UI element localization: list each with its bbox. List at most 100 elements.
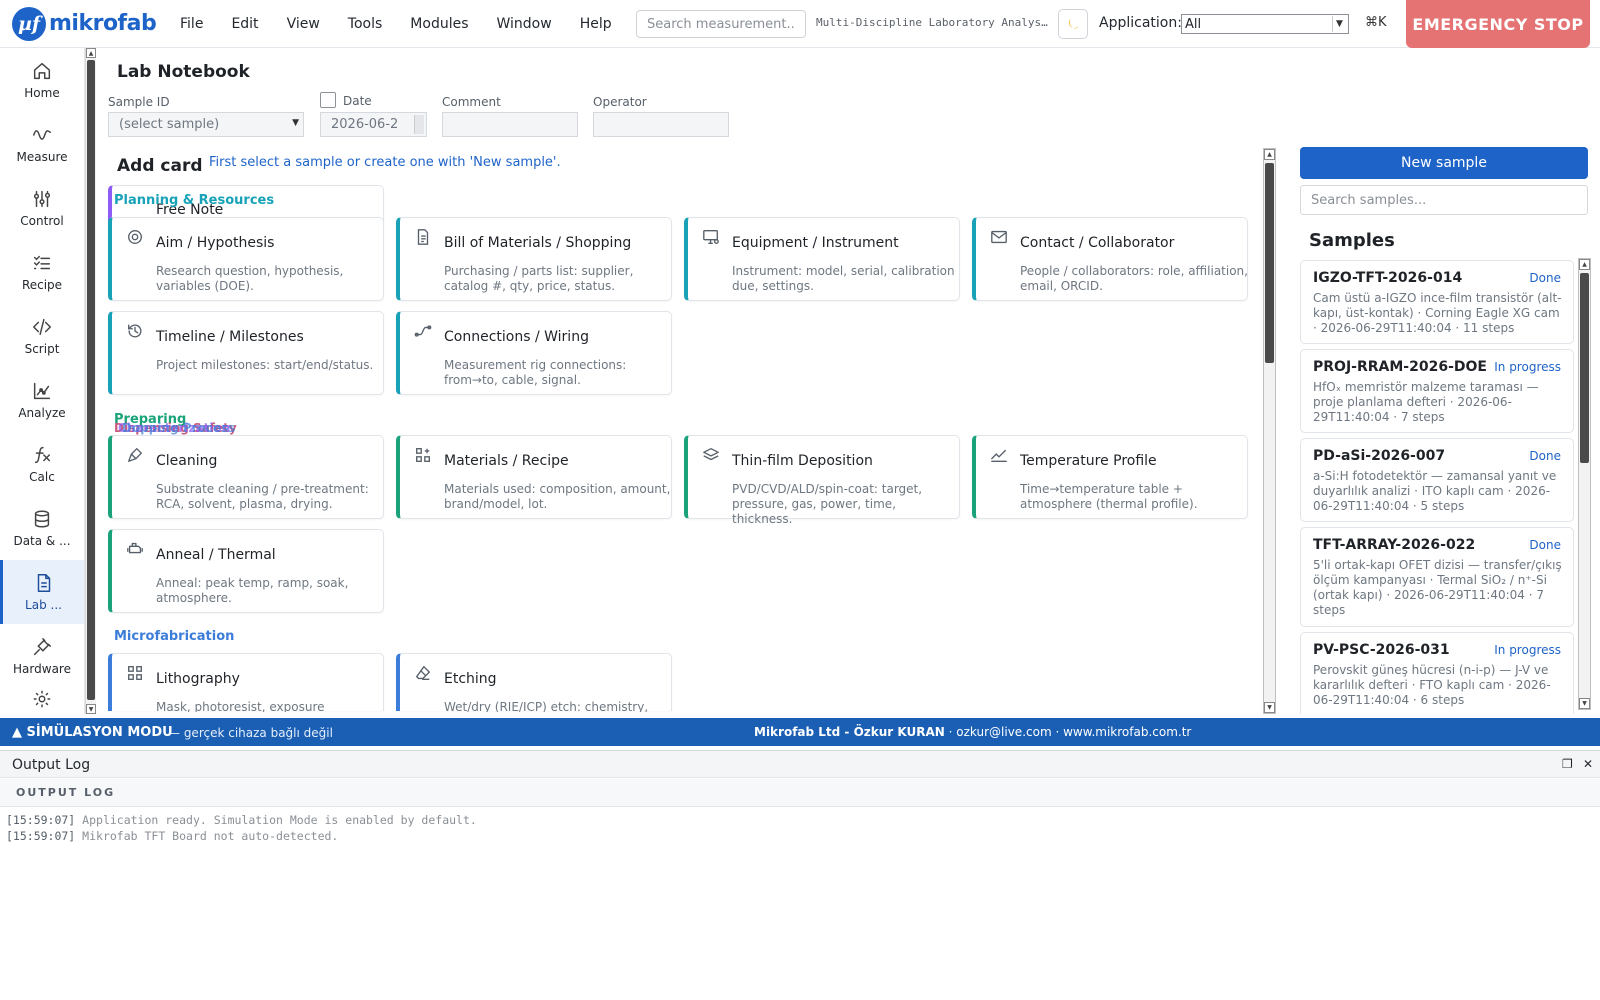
engine-icon xyxy=(127,542,143,554)
cards-scrollbar[interactable]: ▲ ▼ xyxy=(1263,148,1276,714)
checklist-icon xyxy=(33,255,51,270)
sidebar-item-calc[interactable]: Calc xyxy=(0,432,84,496)
card-description: Project milestones: start/end/status. xyxy=(156,358,374,372)
log-line: [15:59:07] Application ready. Simulation… xyxy=(6,812,477,828)
sidebar-item-label: Home xyxy=(24,86,60,100)
menu-help[interactable]: Help xyxy=(566,0,626,48)
sidebar-item-settings[interactable] xyxy=(0,688,84,714)
target-icon xyxy=(128,230,142,244)
date-checkbox[interactable] xyxy=(320,92,336,108)
card-connections-wiring[interactable]: Connections / Wiring Measurement rig con… xyxy=(396,311,672,395)
sidebar-item-home[interactable]: Home xyxy=(0,48,84,112)
scroll-up-icon[interactable]: ▲ xyxy=(1264,149,1275,160)
sample-id: TFT-ARRAY-2026-022 xyxy=(1313,537,1476,553)
card-description: People / collaborators: role, affiliatio… xyxy=(1020,264,1248,293)
operator-input[interactable] xyxy=(593,112,729,137)
menu-edit[interactable]: Edit xyxy=(217,0,272,48)
output-log-subtitle: OUTPUT LOG xyxy=(16,786,116,799)
card-equipment-instrument[interactable]: Equipment / Instrument Instrument: model… xyxy=(684,217,960,301)
menu-view[interactable]: View xyxy=(273,0,334,48)
sample-card[interactable]: IGZO-TFT-2026-014 Done Cam üstü a-IGZO i… xyxy=(1300,260,1574,344)
menu-window[interactable]: Window xyxy=(483,0,566,48)
sidebar-item-script[interactable]: Script xyxy=(0,304,84,368)
sample-card[interactable]: PROJ-RRAM-2026-DOE In progress HfOₓ memr… xyxy=(1300,349,1574,433)
sidebar-item-analyze[interactable]: Analyze xyxy=(0,368,84,432)
sidebar-scroll-thumb[interactable] xyxy=(87,60,95,700)
close-icon[interactable]: ✕ xyxy=(1583,757,1593,771)
theme-toggle-button[interactable] xyxy=(1058,9,1088,39)
top-menu-bar: µf mikrofab File Edit View Tools Modules… xyxy=(0,0,1600,48)
menu-tools[interactable]: Tools xyxy=(334,0,397,48)
card-etching[interactable]: Etching Wet/dry (RIE/ICP) etch: chemistr… xyxy=(396,653,672,712)
document-icon xyxy=(37,574,50,592)
card-title: Timeline / Milestones xyxy=(156,329,304,345)
sample-search-input[interactable] xyxy=(1300,185,1588,215)
samples-scrollbar[interactable]: ▲ ▼ xyxy=(1578,258,1591,710)
plug-icon xyxy=(33,638,51,656)
sidebar-item-measure[interactable]: Measure xyxy=(0,112,84,176)
measurement-search-input[interactable] xyxy=(636,10,806,38)
sample-id-select[interactable]: (select sample) ▼ xyxy=(108,112,304,137)
float-panel-icon[interactable]: ❐ xyxy=(1562,757,1573,771)
sidebar-scrollbar[interactable]: ▲ ▼ xyxy=(85,48,96,714)
menu-file[interactable]: File xyxy=(176,0,217,48)
scroll-up-icon[interactable]: ▲ xyxy=(1579,259,1590,270)
company-website[interactable]: www.mikrofab.com.tr xyxy=(1063,725,1191,739)
menu-modules[interactable]: Modules xyxy=(396,0,482,48)
samples-scroll-thumb[interactable] xyxy=(1580,273,1589,463)
card-bill-of-materials[interactable]: Bill of Materials / Shopping Purchasing … xyxy=(396,217,672,301)
card-aim-hypothesis[interactable]: Aim / Hypothesis Research question, hypo… xyxy=(108,217,384,301)
emergency-stop-button[interactable]: EMERGENCY STOP xyxy=(1406,0,1590,48)
sidebar-item-label: Lab ... xyxy=(25,598,62,612)
comment-input[interactable] xyxy=(442,112,578,137)
sidebar-item-label: Recipe xyxy=(21,278,63,292)
scroll-down-icon[interactable]: ▼ xyxy=(1579,698,1590,709)
scroll-down-icon[interactable]: ▼ xyxy=(86,704,96,714)
section-planning-resources: Planning & Resources xyxy=(114,193,275,208)
sidebar-nav: Home Measure Control Recipe Script Analy… xyxy=(0,48,85,714)
application-select[interactable]: All ▼ xyxy=(1181,14,1349,34)
gear-icon xyxy=(33,690,51,708)
card-lithography[interactable]: Lithography Mask, photoresist, exposure xyxy=(108,653,384,712)
card-thin-film-deposition[interactable]: Thin-film Deposition PVD/CVD/ALD/spin-co… xyxy=(684,435,960,526)
company-email[interactable]: ozkur@live.com xyxy=(956,725,1051,739)
cards-scroll-thumb[interactable] xyxy=(1265,163,1274,363)
page-title: Lab Notebook xyxy=(117,62,250,82)
sample-card[interactable]: TFT-ARRAY-2026-022 Done 5'li ortak-kapı … xyxy=(1300,527,1574,627)
sidebar-item-recipe[interactable]: Recipe xyxy=(0,240,84,304)
card-description: Mask, photoresist, exposure xyxy=(156,700,325,712)
status-badge: Done xyxy=(1529,449,1561,463)
new-sample-button[interactable]: New sample xyxy=(1300,147,1588,179)
sample-card[interactable]: PD-aSi-2026-007 Done a-Si:H fotodetektör… xyxy=(1300,438,1574,522)
card-description: Research question, hypothesis, variables… xyxy=(156,264,344,293)
scroll-up-icon[interactable]: ▲ xyxy=(86,48,96,58)
wiring-icon xyxy=(414,325,432,337)
sidebar-item-label: Script xyxy=(24,342,60,356)
company-name: Mikrofab Ltd - Özkur KURAN xyxy=(754,725,945,739)
function-icon xyxy=(34,446,51,464)
wave-icon xyxy=(33,130,51,140)
card-cleaning[interactable]: Cleaning Substrate cleaning / pre-treatm… xyxy=(108,435,384,519)
database-icon xyxy=(34,510,50,528)
sidebar-item-hardware[interactable]: Hardware xyxy=(0,624,84,688)
sidebar-item-data[interactable]: Data & ... xyxy=(0,496,84,560)
overlapping-section-labels: Dispensing Safety Characterization Doppi… xyxy=(114,421,237,435)
date-input[interactable]: 2026-06-2 xyxy=(320,112,427,137)
card-contact-collaborator[interactable]: Contact / Collaborator People / collabor… xyxy=(972,217,1248,301)
card-timeline-milestones[interactable]: Timeline / Milestones Project milestones… xyxy=(108,311,384,395)
card-description: Time→temperature table + atmosphere (the… xyxy=(1020,482,1198,511)
scroll-down-icon[interactable]: ▼ xyxy=(1264,702,1275,713)
card-description: PVD/CVD/ALD/spin-coat: target, pressure,… xyxy=(732,482,923,526)
card-anneal-thermal[interactable]: Anneal / Thermal Anneal: peak temp, ramp… xyxy=(108,529,384,613)
card-materials-recipe[interactable]: Materials / Recipe Materials used: compo… xyxy=(396,435,672,519)
sidebar-item-control[interactable]: Control xyxy=(0,176,84,240)
sample-meta: Perovskit güneş hücresi (n-i-p) — J-V ve… xyxy=(1313,663,1551,707)
sample-card[interactable]: PV-PSC-2026-031 In progress Perovskit gü… xyxy=(1300,632,1574,714)
sidebar-item-lab-notebook[interactable]: Lab ... xyxy=(0,560,84,624)
add-card-title: Add card xyxy=(117,156,203,176)
sample-id: PV-PSC-2026-031 xyxy=(1313,642,1450,658)
card-title: Aim / Hypothesis xyxy=(156,235,275,251)
card-temperature-profile[interactable]: Temperature Profile Time→temperature tab… xyxy=(972,435,1248,519)
add-card-hint: First select a sample or create one with… xyxy=(209,155,561,170)
command-palette-shortcut[interactable]: ⌘K xyxy=(1365,15,1387,30)
